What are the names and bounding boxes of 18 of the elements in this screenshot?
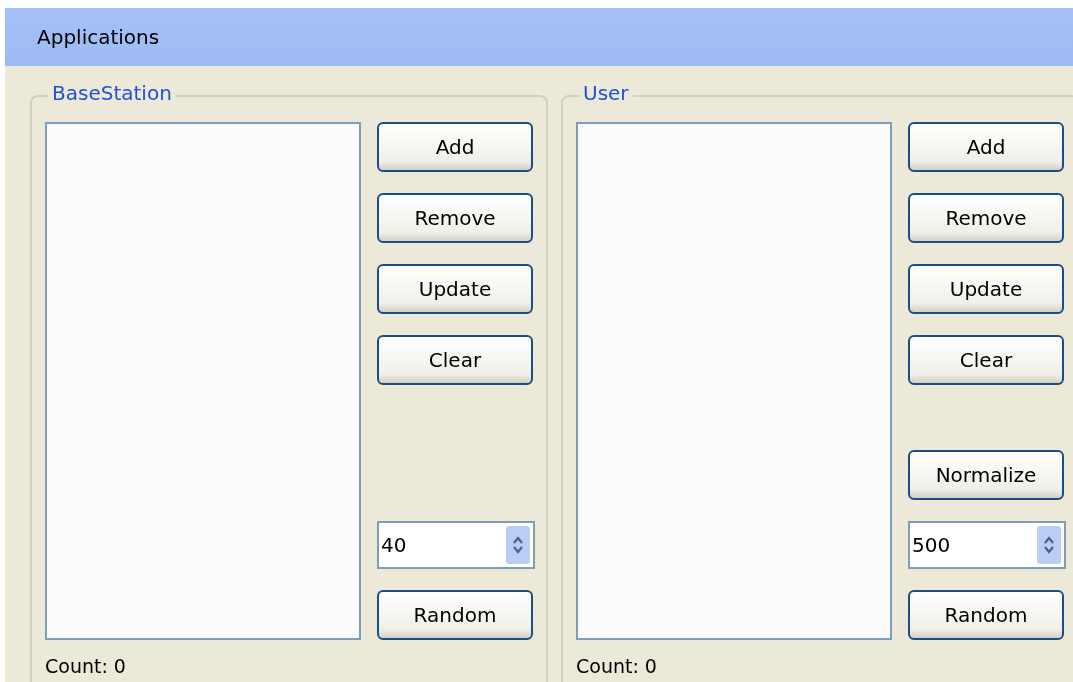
button[interactable]: Add <box>908 122 1064 172</box>
spinner-arrows-icon[interactable] <box>506 526 530 564</box>
button[interactable]: Random <box>908 590 1064 640</box>
button[interactable]: Update <box>377 264 533 314</box>
count-label: Count: 0 <box>45 655 127 677</box>
count-label: Count: 0 <box>576 655 658 677</box>
list-box[interactable] <box>576 122 892 640</box>
spinner-arrows-icon[interactable] <box>1037 526 1061 564</box>
button[interactable]: Add <box>377 122 533 172</box>
button[interactable]: Remove <box>377 193 533 243</box>
button[interactable]: Remove <box>908 193 1064 243</box>
button[interactable]: Normalize <box>908 450 1064 500</box>
button[interactable]: Update <box>908 264 1064 314</box>
button[interactable]: Clear <box>908 335 1064 385</box>
list-box[interactable] <box>45 122 361 640</box>
button[interactable]: Clear <box>377 335 533 385</box>
button[interactable]: Random <box>377 590 533 640</box>
panel-title: Applications <box>37 25 160 49</box>
